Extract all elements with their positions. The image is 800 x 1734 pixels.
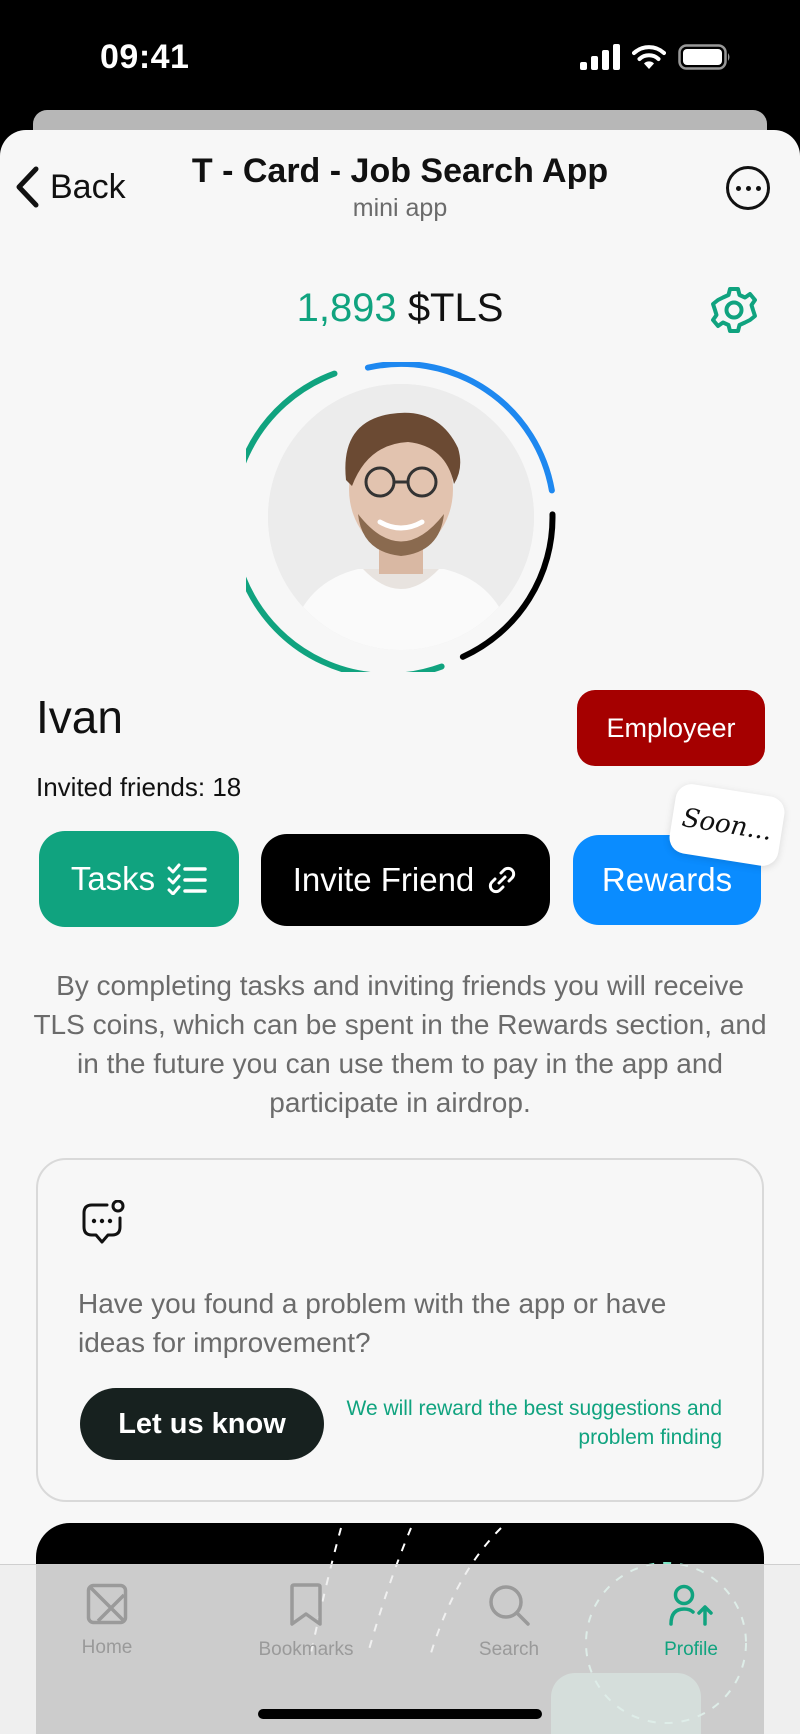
tab-profile[interactable]: Profile — [626, 1583, 756, 1661]
tab-bookmarks[interactable]: Bookmarks — [241, 1583, 371, 1661]
tasks-label: Tasks — [70, 860, 156, 897]
more-options-button[interactable] — [726, 166, 770, 210]
tab-profile-label: Profile — [664, 1639, 718, 1660]
invite-friend-button[interactable]: Invite Friend — [261, 834, 550, 926]
balance-amount: 1,893 — [296, 286, 397, 330]
home-indicator[interactable] — [258, 1709, 542, 1719]
status-icons — [580, 44, 732, 70]
link-icon — [489, 866, 516, 894]
settings-gear-icon[interactable] — [710, 286, 758, 334]
tasks-button[interactable]: Tasks — [39, 831, 239, 927]
app-subtitle: mini app — [352, 194, 448, 222]
more-dot-icon — [745, 185, 751, 191]
balance-currency: $TLS — [407, 286, 504, 330]
tab-home[interactable]: Home — [42, 1583, 172, 1659]
role-badge[interactable]: Employeer — [577, 690, 765, 766]
tab-bookmarks-label: Bookmarks — [258, 1639, 354, 1660]
tab-home-label: Home — [81, 1637, 133, 1658]
home-icon — [86, 1583, 128, 1625]
rewards-description: By completing tasks and inviting friends… — [33, 970, 767, 1118]
invite-friend-label: Invite Friend — [292, 861, 475, 898]
chat-notification-icon — [82, 1200, 125, 1244]
status-bar: 09:41 — [0, 0, 800, 120]
let-us-know-button[interactable]: Let us know — [80, 1388, 324, 1460]
mini-app-sheet: Back T - Card - Job Search App mini app … — [0, 130, 800, 1734]
more-dot-icon — [755, 185, 761, 191]
checklist-icon — [167, 863, 207, 895]
status-time: 09:41 — [100, 38, 190, 76]
more-dot-icon — [735, 185, 741, 191]
battery-icon — [678, 44, 730, 70]
bottom-tab-bar: Home Bookmarks Search Profile — [0, 1564, 800, 1734]
feedback-prompt: Have you found a problem with the app or… — [78, 1288, 667, 1358]
tab-search-label: Search — [478, 1639, 540, 1660]
balance-display: 1,893 $TLS — [0, 286, 800, 331]
wifi-icon — [632, 45, 666, 69]
tab-search[interactable]: Search — [444, 1583, 574, 1661]
cellular-signal-icon — [580, 44, 620, 70]
rewards-label: Rewards — [601, 861, 733, 898]
avatar[interactable] — [268, 384, 534, 650]
feedback-reward-note: We will reward the best suggestions and … — [346, 1397, 722, 1449]
feedback-card: Have you found a problem with the app or… — [36, 1158, 764, 1502]
invited-friends-count: Invited friends: 18 — [36, 772, 242, 802]
avatar-with-progress-ring — [246, 362, 556, 672]
avatar-portrait — [268, 384, 534, 650]
search-icon — [489, 1585, 530, 1626]
bookmark-icon — [290, 1583, 322, 1626]
user-name: Ivan — [36, 691, 123, 743]
app-title: T - Card - Job Search App — [191, 152, 609, 190]
profile-icon — [669, 1584, 713, 1626]
